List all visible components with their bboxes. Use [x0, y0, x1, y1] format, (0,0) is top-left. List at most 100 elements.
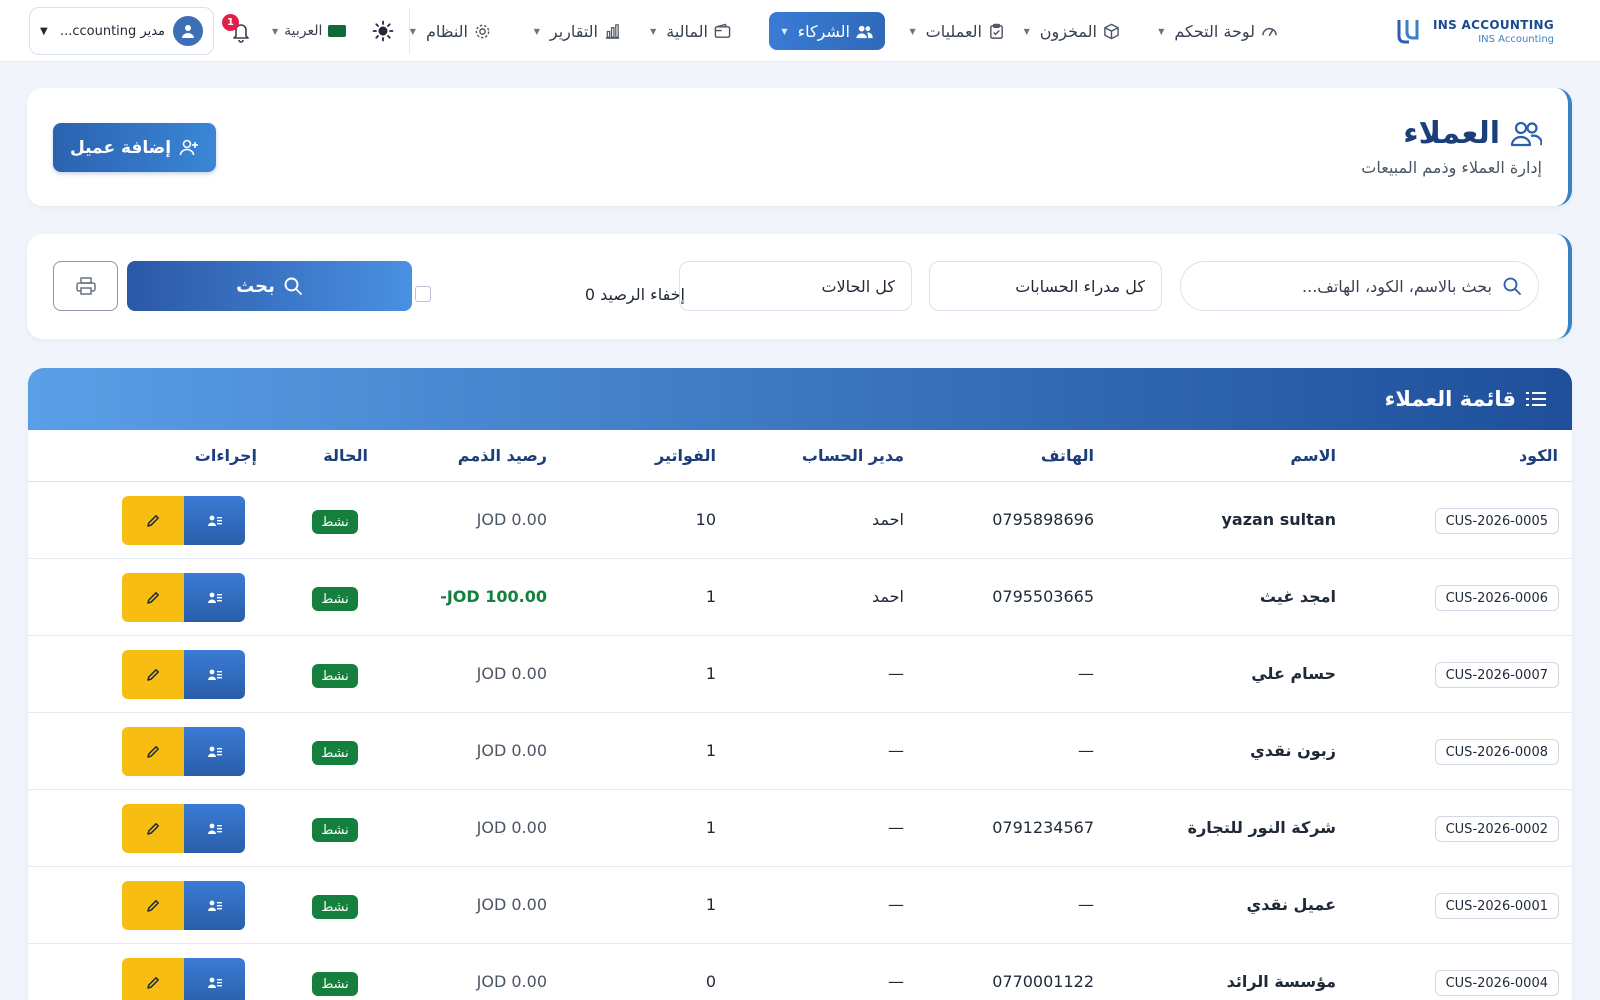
- user-card-icon: [207, 515, 222, 526]
- customer-manager: —: [888, 972, 904, 991]
- column-phone[interactable]: الهاتف: [1041, 446, 1094, 465]
- view-customer-button[interactable]: [184, 804, 245, 853]
- table-row: CUS-2026-0005 yazan sultan 0795898696 احمد 1…: [28, 482, 1572, 559]
- column-invoices[interactable]: الفواتير: [655, 446, 716, 465]
- notification-badge: 1: [222, 14, 239, 31]
- status-badge: نشط: [312, 510, 358, 534]
- top-navbar: INS ACCOUNTING INS Accounting لوحة التحك…: [0, 0, 1600, 62]
- view-customer-button[interactable]: [184, 496, 245, 545]
- user-card-icon: [207, 746, 222, 757]
- user-name: مدير ccounting...: [59, 23, 165, 39]
- brand-logo-icon: [1397, 20, 1419, 44]
- edit-customer-button[interactable]: [122, 573, 184, 622]
- nav-item-1[interactable]: المخزون ▼: [1012, 12, 1132, 50]
- hide-zero-balance-label: إخفاء الرصيد 0: [584, 284, 685, 304]
- customer-invoices: 10: [695, 510, 716, 529]
- customer-name[interactable]: مؤسسة الرائد: [1227, 972, 1336, 991]
- table-row: CUS-2026-0002 شركة النور للتجارة 079123456…: [28, 790, 1572, 867]
- chevron-down-icon: ▼: [1023, 26, 1030, 36]
- brand[interactable]: INS ACCOUNTING INS Accounting: [1393, 14, 1554, 48]
- edit-customer-button[interactable]: [122, 958, 184, 1000]
- account-manager-select[interactable]: كل مدراء الحسابات: [929, 261, 1162, 311]
- column-name[interactable]: الاسم: [1290, 446, 1336, 465]
- view-customer-button[interactable]: [184, 727, 245, 776]
- user-card-icon: [207, 900, 222, 911]
- wallet-icon: [714, 23, 731, 38]
- sun-icon[interactable]: [372, 20, 394, 42]
- table-columns: الكود الاسم الهاتف مدير الحساب الفواتير …: [28, 430, 1572, 482]
- flag-icon: [328, 25, 347, 37]
- customer-manager: —: [888, 895, 904, 914]
- search-button[interactable]: بحث: [127, 261, 412, 311]
- customer-name[interactable]: شركة النور للتجارة: [1188, 818, 1336, 837]
- customer-name[interactable]: امجد غيث: [1260, 587, 1336, 606]
- column-balance[interactable]: رصيد الذمم: [458, 446, 547, 465]
- nav-item-5[interactable]: التقارير ▼: [522, 12, 633, 50]
- chevron-down-icon: ▼: [533, 26, 540, 36]
- pencil-icon: [147, 514, 159, 527]
- status-badge: نشط: [312, 972, 358, 996]
- column-manager[interactable]: مدير الحساب: [802, 446, 904, 465]
- view-customer-button[interactable]: [184, 881, 245, 930]
- edit-customer-button[interactable]: [122, 727, 184, 776]
- status-select[interactable]: كل الحالات: [679, 261, 912, 311]
- search-field[interactable]: [1180, 261, 1539, 311]
- status-badge: نشط: [312, 664, 358, 688]
- view-customer-button[interactable]: [184, 573, 245, 622]
- edit-customer-button[interactable]: [122, 650, 184, 699]
- nav-item-0[interactable]: لوحة التحكم ▼: [1146, 12, 1290, 50]
- customer-manager: —: [888, 664, 904, 683]
- customer-name[interactable]: زبون نقدي: [1250, 741, 1336, 760]
- search-icon: [284, 277, 302, 295]
- hide-zero-balance[interactable]: إخفاء الرصيد 0: [415, 282, 685, 306]
- hide-zero-balance-checkbox[interactable]: [415, 286, 431, 302]
- nav-item-6[interactable]: النظام ▼: [398, 12, 503, 50]
- nav-label: العمليات: [925, 21, 982, 41]
- box-icon: [1104, 23, 1119, 39]
- user-menu[interactable]: مدير ccounting... ▼: [29, 7, 214, 55]
- page-title: العملاء: [1403, 116, 1500, 151]
- nav-item-3[interactable]: الشركاء ▼: [769, 12, 885, 50]
- customer-code: CUS-2026-0007: [1434, 662, 1559, 688]
- chevron-down-icon: ▼: [781, 26, 788, 36]
- customer-name[interactable]: حسام علي: [1251, 664, 1336, 683]
- table-body: CUS-2026-0005 yazan sultan 0795898696 احمد 1…: [28, 482, 1572, 1000]
- search-button-label: بحث: [236, 275, 275, 297]
- edit-customer-button[interactable]: [122, 496, 184, 545]
- customer-code: CUS-2026-0001: [1434, 893, 1559, 919]
- column-code[interactable]: الكود: [1519, 446, 1558, 465]
- table-row: CUS-2026-0004 مؤسسة الرائد 0770001122 — 0 JOD…: [28, 944, 1572, 1000]
- table-header-bar: قائمة العملاء: [28, 368, 1572, 430]
- customer-name[interactable]: yazan sultan: [1221, 510, 1336, 529]
- chevron-down-icon: ▼: [909, 26, 916, 36]
- customer-phone: —: [1078, 741, 1094, 760]
- customer-name[interactable]: عميل نقدي: [1247, 895, 1336, 914]
- customer-balance: -JOD 100.00: [440, 587, 547, 606]
- customer-code: CUS-2026-0004: [1434, 970, 1559, 996]
- nav-item-2[interactable]: العمليات ▼: [897, 12, 1017, 50]
- pencil-icon: [147, 899, 159, 912]
- add-customer-button[interactable]: إضافة عميل: [53, 123, 216, 172]
- customer-balance: JOD 0.00: [476, 972, 547, 991]
- customer-code: CUS-2026-0008: [1434, 739, 1559, 765]
- status-value: كل الحالات: [821, 276, 895, 296]
- customer-invoices: 1: [705, 587, 716, 606]
- chevron-down-icon: ▼: [40, 25, 48, 37]
- account-manager-value: كل مدراء الحسابات: [1015, 276, 1145, 296]
- language-selector[interactable]: العربية ▼: [272, 20, 347, 42]
- view-customer-button[interactable]: [184, 958, 245, 1000]
- edit-customer-button[interactable]: [122, 881, 184, 930]
- pencil-icon: [147, 668, 159, 681]
- search-icon: [1503, 277, 1521, 295]
- search-input[interactable]: [1197, 276, 1492, 296]
- view-customer-button[interactable]: [184, 650, 245, 699]
- user-card-icon: [207, 592, 222, 603]
- nav-item-4[interactable]: المالية ▼: [638, 12, 743, 50]
- chevron-down-icon: ▼: [1158, 26, 1165, 36]
- print-button[interactable]: [53, 261, 118, 311]
- column-actions: إجراءات: [194, 446, 257, 465]
- status-badge: نشط: [312, 818, 358, 842]
- customer-manager: احمد: [872, 587, 904, 606]
- list-icon: [1526, 392, 1546, 406]
- edit-customer-button[interactable]: [122, 804, 184, 853]
